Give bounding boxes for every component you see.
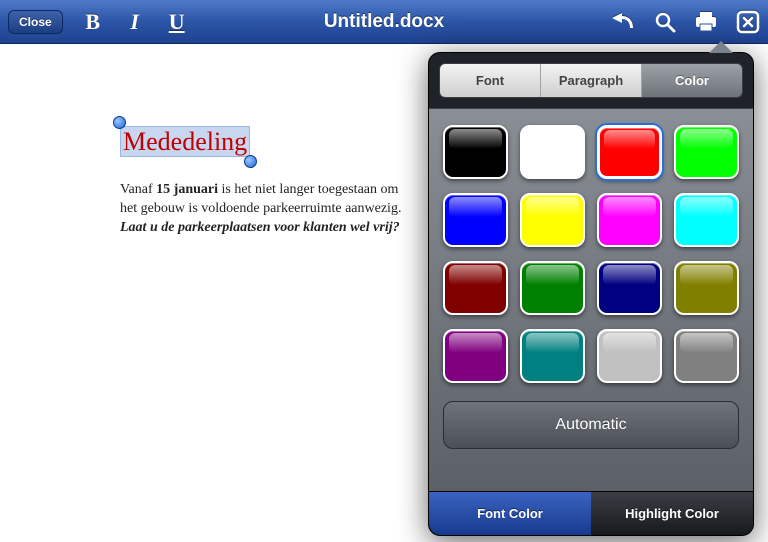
heading-text[interactable]: Mededeling [120, 126, 250, 157]
tab-paragraph[interactable]: Paragraph [541, 64, 642, 97]
undo-icon[interactable] [610, 13, 636, 31]
para-emphasis: Laat u de parkeerplaatsen voor klanten w… [120, 220, 400, 235]
color-swatch-magenta[interactable] [597, 193, 662, 247]
color-swatch-black[interactable] [443, 125, 508, 179]
close-panel-icon[interactable] [736, 10, 760, 34]
toolbar: Close B I U Untitled.docx [0, 0, 768, 44]
color-swatch-cyan[interactable] [674, 193, 739, 247]
color-swatch-white[interactable] [520, 125, 585, 179]
selection-handle-end[interactable] [244, 155, 257, 168]
para-text: is het niet langer toegestaan om [218, 182, 398, 197]
color-swatch-yellow[interactable] [520, 193, 585, 247]
paragraph[interactable]: Vanaf 15 januari is het niet langer toeg… [120, 181, 460, 238]
color-swatches [443, 125, 739, 383]
underline-button[interactable]: U [165, 9, 189, 35]
color-swatch-red[interactable] [597, 125, 662, 179]
toolbar-right [610, 10, 760, 34]
tab-color[interactable]: Color [642, 64, 742, 97]
selected-heading[interactable]: Mededeling [120, 124, 250, 159]
color-swatch-silver[interactable] [597, 329, 662, 383]
para-text: Vanaf [120, 182, 156, 197]
popover-tabs: Font Paragraph Color [439, 63, 743, 98]
color-mode-tabs: Font Color Highlight Color [429, 491, 753, 535]
color-swatch-blue[interactable] [443, 193, 508, 247]
color-swatch-purple[interactable] [443, 329, 508, 383]
print-icon[interactable] [694, 11, 718, 33]
tab-font-color[interactable]: Font Color [429, 492, 591, 535]
color-swatch-darkgreen[interactable] [520, 261, 585, 315]
para-bold: 15 januari [156, 182, 218, 197]
selection-handle-start[interactable] [113, 116, 126, 129]
color-swatch-navy[interactable] [597, 261, 662, 315]
tab-font[interactable]: Font [440, 64, 541, 97]
search-icon[interactable] [654, 11, 676, 33]
tab-highlight-color[interactable]: Highlight Color [591, 492, 753, 535]
close-button[interactable]: Close [8, 10, 63, 34]
color-swatch-teal[interactable] [520, 329, 585, 383]
italic-button[interactable]: I [123, 9, 147, 35]
color-swatch-olive[interactable] [674, 261, 739, 315]
color-swatch-gray[interactable] [674, 329, 739, 383]
para-text: het gebouw is voldoende parkeerruimte aa… [120, 201, 401, 216]
color-swatch-green[interactable] [674, 125, 739, 179]
color-panel: Automatic [429, 108, 753, 491]
bold-button[interactable]: B [81, 9, 105, 35]
automatic-color-button[interactable]: Automatic [443, 401, 739, 449]
format-popover: Font Paragraph Color Automatic Font Colo… [428, 52, 754, 536]
format-group: B I U [81, 9, 189, 35]
color-swatch-darkred[interactable] [443, 261, 508, 315]
